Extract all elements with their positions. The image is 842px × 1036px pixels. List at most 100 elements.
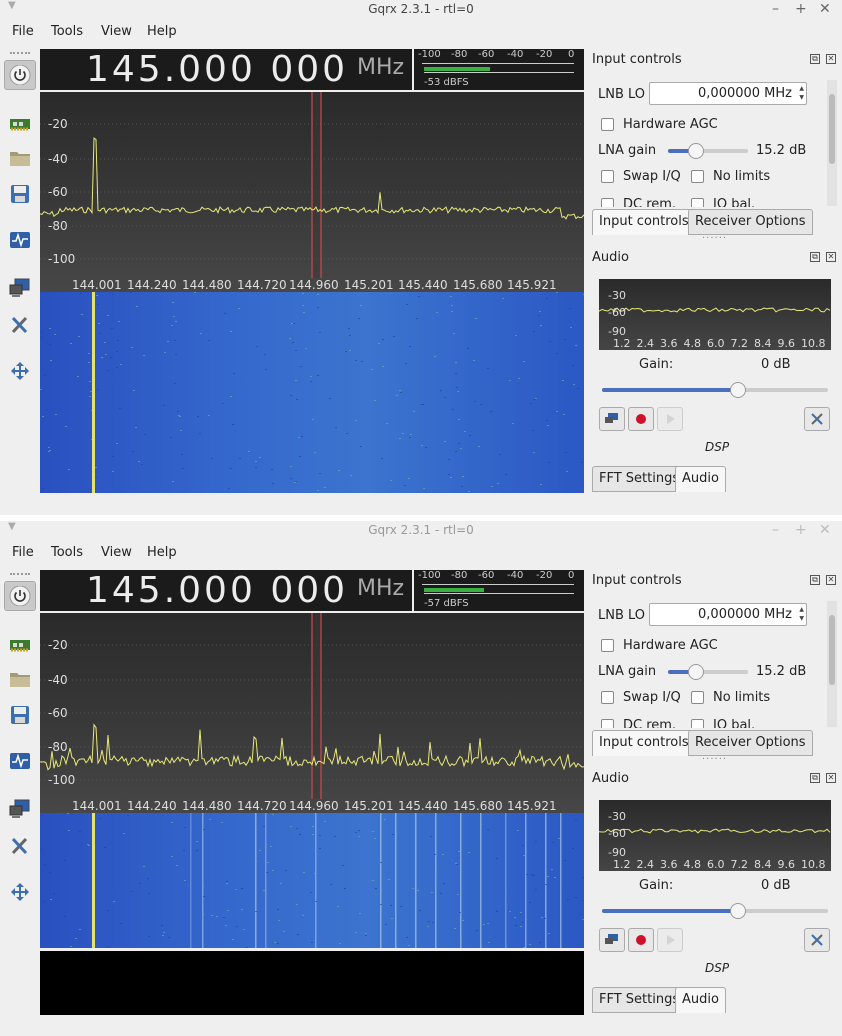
toolbar-grip[interactable] <box>10 52 30 54</box>
hardware-agc-checkbox[interactable] <box>601 639 614 652</box>
audio-settings-button[interactable] <box>804 407 830 431</box>
spin-arrows-icon[interactable]: ▲ ▼ <box>799 605 804 623</box>
waterfall[interactable] <box>40 292 584 493</box>
menu-help[interactable]: Help <box>147 24 177 39</box>
audio-settings-button[interactable] <box>804 928 830 952</box>
dc-rem-checkbox[interactable] <box>601 198 614 207</box>
record-button[interactable] <box>628 407 654 431</box>
tab-input-controls[interactable]: Input controls <box>592 730 696 756</box>
menu-view[interactable]: View <box>101 24 132 39</box>
record-button[interactable] <box>628 928 654 952</box>
menu-view[interactable]: View <box>101 545 132 560</box>
frequency-display[interactable]: 145.000 000 MHz <box>40 570 412 611</box>
dc-rem-checkbox[interactable] <box>601 719 614 728</box>
spin-arrows-icon[interactable]: ▲ ▼ <box>799 84 804 102</box>
tab-audio[interactable]: Audio <box>675 987 726 1013</box>
tab-receiver-options[interactable]: Receiver Options <box>688 730 813 756</box>
menu-file[interactable]: File <box>12 545 34 560</box>
audio-gain-slider[interactable] <box>602 382 828 398</box>
fft-plot[interactable]: -20 -40 -60 -80 -100 144.001 144.240 144… <box>40 613 584 813</box>
remote-control-button[interactable] <box>4 273 36 303</box>
minimize-icon[interactable]: – <box>772 0 779 18</box>
no-limits-checkbox[interactable] <box>691 170 704 183</box>
menu-help[interactable]: Help <box>147 545 177 560</box>
save-button[interactable] <box>4 179 36 209</box>
fft-plot-button[interactable] <box>4 225 36 255</box>
fft-y-tick: -20 <box>48 117 68 131</box>
fft-plot[interactable]: -20 -40 -60 -80 -100 144.001 144.240 144… <box>40 92 584 292</box>
settings-button[interactable] <box>4 831 36 861</box>
dock-splitter[interactable]: ······ <box>702 754 727 765</box>
play-button[interactable] <box>657 407 683 431</box>
undock-icon[interactable]: ⧉ <box>810 773 820 783</box>
menu-file[interactable]: File <box>12 24 34 39</box>
swap-iq-checkbox[interactable] <box>601 170 614 183</box>
undock-icon[interactable]: ⧉ <box>810 252 820 262</box>
close-icon[interactable]: ✕ <box>819 0 831 18</box>
undock-icon[interactable]: ⧉ <box>810 575 820 585</box>
lna-gain-slider[interactable] <box>668 664 748 680</box>
lna-gain-slider[interactable] <box>668 143 748 159</box>
device-config-button[interactable] <box>4 109 36 139</box>
window-menu-icon[interactable]: ▼ <box>8 521 16 532</box>
settings-button[interactable] <box>4 310 36 340</box>
minimize-icon[interactable]: – <box>772 521 779 539</box>
menubar: File Tools View Help <box>0 541 842 567</box>
device-config-button[interactable] <box>4 630 36 660</box>
tab-receiver-options[interactable]: Receiver Options <box>688 209 813 235</box>
dock-close-icon[interactable]: ✕ <box>826 252 836 262</box>
scrollbar-thumb[interactable] <box>829 94 835 164</box>
frequency-digits[interactable]: 145.000 000 <box>86 570 348 611</box>
hardware-agc-checkbox[interactable] <box>601 118 614 131</box>
play-button[interactable] <box>657 928 683 952</box>
lna-gain-handle[interactable] <box>688 143 704 159</box>
fft-plot-button[interactable] <box>4 746 36 776</box>
maximize-icon[interactable]: + <box>795 521 807 539</box>
waterfall[interactable] <box>40 813 584 948</box>
lna-gain-label: LNA gain <box>598 143 657 158</box>
fullscreen-button[interactable] <box>4 877 36 907</box>
menu-tools[interactable]: Tools <box>51 545 83 560</box>
fullscreen-button[interactable] <box>4 356 36 386</box>
lnb-lo-input[interactable]: 0,000000 MHz ▲ ▼ <box>649 82 807 105</box>
clipped-row: DC rem. IQ bal. <box>592 716 828 728</box>
remote-control-button[interactable] <box>4 794 36 824</box>
no-limits-checkbox[interactable] <box>691 691 704 704</box>
tab-fft-settings[interactable]: FFT Settings <box>592 466 687 492</box>
undock-icon[interactable]: ⧉ <box>810 54 820 64</box>
menu-tools[interactable]: Tools <box>51 24 83 39</box>
tab-fft-settings[interactable]: FFT Settings <box>592 987 687 1013</box>
input-controls-scrollbar[interactable] <box>827 601 837 727</box>
tab-audio[interactable]: Audio <box>675 466 726 492</box>
audio-gain-handle[interactable] <box>729 903 746 919</box>
window-menu-icon[interactable]: ▼ <box>8 0 16 11</box>
iq-bal-checkbox[interactable] <box>691 719 704 728</box>
audio-streaming-button[interactable] <box>599 928 625 952</box>
power-button[interactable] <box>4 581 36 611</box>
open-button[interactable] <box>4 143 36 173</box>
scrollbar-thumb[interactable] <box>829 615 835 685</box>
audio-gain-handle[interactable] <box>729 382 746 398</box>
close-icon[interactable]: ✕ <box>819 521 831 539</box>
play-icon <box>667 935 675 945</box>
dock-close-icon[interactable]: ✕ <box>826 773 836 783</box>
dock-close-icon[interactable]: ✕ <box>826 54 836 64</box>
swap-iq-checkbox[interactable] <box>601 691 614 704</box>
power-button[interactable] <box>4 60 36 90</box>
lna-gain-handle[interactable] <box>688 664 704 680</box>
maximize-icon[interactable]: + <box>795 0 807 18</box>
frequency-display[interactable]: 145.000 000 MHz <box>40 49 412 90</box>
iq-bal-checkbox[interactable] <box>691 198 704 207</box>
save-button[interactable] <box>4 700 36 730</box>
frequency-digits[interactable]: 145.000 000 <box>86 49 348 90</box>
toolbar-grip[interactable] <box>10 573 30 575</box>
open-button[interactable] <box>4 664 36 694</box>
audio-title: Audio <box>592 771 629 786</box>
dock-close-icon[interactable]: ✕ <box>826 575 836 585</box>
audio-gain-slider[interactable] <box>602 903 828 919</box>
audio-streaming-button[interactable] <box>599 407 625 431</box>
dock-splitter[interactable]: ······ <box>702 233 727 244</box>
input-controls-scrollbar[interactable] <box>827 80 837 206</box>
tab-input-controls[interactable]: Input controls <box>592 209 696 235</box>
lnb-lo-input[interactable]: 0,000000 MHz ▲ ▼ <box>649 603 807 626</box>
